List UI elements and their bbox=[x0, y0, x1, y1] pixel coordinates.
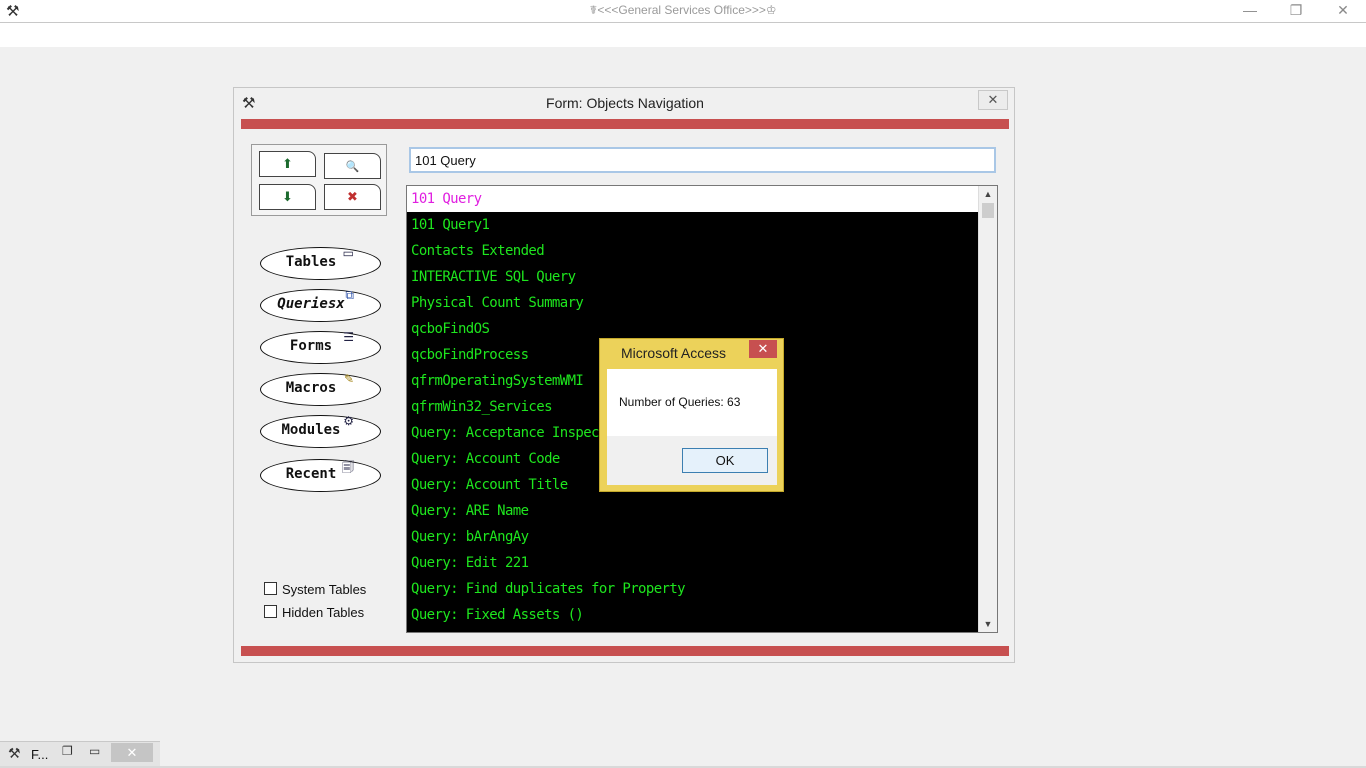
restore-icon[interactable]: ❐ bbox=[62, 744, 73, 758]
form-close-button[interactable]: ✕ bbox=[978, 90, 1008, 110]
module-icon: ⚙ bbox=[343, 414, 354, 428]
binoculars-icon: 🔍 bbox=[345, 161, 360, 173]
app-title-bar: ⚒ ☤<<<General Services Office>>>♔ — ❐ ✕ bbox=[0, 0, 1366, 23]
list-item[interactable]: 101 Query1 bbox=[407, 212, 997, 238]
form-title: Form: Objects Navigation bbox=[546, 95, 704, 111]
form-icon: ☰ bbox=[343, 330, 354, 344]
app-title: ☤<<<General Services Office>>>♔ bbox=[589, 3, 777, 17]
bottom-divider-band bbox=[241, 646, 1009, 656]
minimized-form-label: F... bbox=[31, 747, 49, 762]
message-dialog: Microsoft Access ✕ Number of Queries: 63… bbox=[599, 338, 784, 492]
list-item[interactable]: Query: Fixed Assets () bbox=[407, 602, 997, 628]
tables-button[interactable]: Tables ▭ bbox=[260, 246, 381, 280]
find-button[interactable]: 🔍 bbox=[324, 153, 381, 179]
dialog-body: Number of Queries: 63 OK bbox=[607, 369, 777, 485]
dialog-message-area: Number of Queries: 63 bbox=[607, 369, 777, 436]
clear-filter-button[interactable]: ✖ bbox=[324, 184, 381, 210]
restore-button[interactable]: ❐ bbox=[1273, 0, 1319, 22]
dialog-title: Microsoft Access bbox=[621, 345, 727, 361]
scroll-down-icon[interactable]: ▼ bbox=[979, 616, 997, 632]
remove-filter-icon: ✖ bbox=[347, 189, 358, 204]
macros-button[interactable]: Macros ✎ bbox=[260, 372, 381, 406]
list-item[interactable]: Query: Find duplicates for Property bbox=[407, 576, 997, 602]
dialog-message: Number of Queries: 63 bbox=[619, 395, 741, 409]
close-button[interactable]: ✕ bbox=[1320, 0, 1366, 22]
previous-record-button[interactable]: ⬆ bbox=[259, 151, 316, 177]
close-icon[interactable]: ✕ bbox=[111, 743, 153, 762]
list-scrollbar[interactable]: ▲ ▼ bbox=[978, 186, 997, 632]
forms-button[interactable]: Forms ☰ bbox=[260, 330, 381, 364]
list-item[interactable]: INTERACTIVE SQL Query bbox=[407, 264, 997, 290]
arrow-up-icon: ⬆ bbox=[282, 156, 293, 171]
scroll-thumb[interactable] bbox=[982, 203, 994, 218]
query-icon: ⧉ bbox=[345, 288, 354, 302]
system-tables-checkbox[interactable] bbox=[264, 582, 277, 595]
record-navigation-group: ⬆ 🔍 ⬇ ✖ bbox=[251, 144, 387, 216]
queries-button[interactable]: Queriesx ⧉ bbox=[260, 288, 381, 322]
list-item[interactable]: Physical Count Summary bbox=[407, 290, 997, 316]
list-item[interactable]: Query: Edit 221 bbox=[407, 550, 997, 576]
minimized-form-tab[interactable]: ⚒ F... ❐ ▭ ✕ bbox=[0, 741, 160, 766]
minimize-icon[interactable]: ▭ bbox=[89, 744, 100, 758]
modules-button[interactable]: Modules ⚙ bbox=[260, 414, 381, 448]
ok-button[interactable]: OK bbox=[682, 448, 768, 473]
next-record-button[interactable]: ⬇ bbox=[259, 184, 316, 210]
recent-button[interactable]: Recent 🗐 bbox=[260, 459, 381, 492]
form-window-icon: ⚒ bbox=[8, 745, 21, 761]
arrow-down-icon: ⬇ bbox=[282, 189, 293, 204]
system-tables-label: System Tables bbox=[282, 582, 367, 597]
search-input[interactable] bbox=[409, 147, 996, 173]
app-ribbon-area bbox=[0, 23, 1366, 47]
top-divider-band bbox=[241, 119, 1009, 129]
dialog-close-button[interactable]: ✕ bbox=[749, 340, 777, 358]
hidden-tables-label: Hidden Tables bbox=[282, 605, 365, 620]
minimize-button[interactable]: — bbox=[1227, 0, 1273, 22]
list-item[interactable]: Query: ARE Name bbox=[407, 498, 997, 524]
hidden-tables-checkbox[interactable] bbox=[264, 605, 277, 618]
table-icon: ▭ bbox=[342, 246, 354, 260]
hidden-tables-row[interactable]: Hidden Tables bbox=[264, 605, 364, 621]
recent-icon: 🗐 bbox=[342, 460, 354, 474]
scroll-up-icon[interactable]: ▲ bbox=[979, 186, 997, 202]
list-item[interactable]: Query: bArAngAy bbox=[407, 524, 997, 550]
list-item[interactable]: 101 Query bbox=[407, 186, 997, 212]
macro-icon: ✎ bbox=[343, 372, 354, 386]
system-tables-row[interactable]: System Tables bbox=[264, 582, 366, 598]
list-item[interactable]: Contacts Extended bbox=[407, 238, 997, 264]
